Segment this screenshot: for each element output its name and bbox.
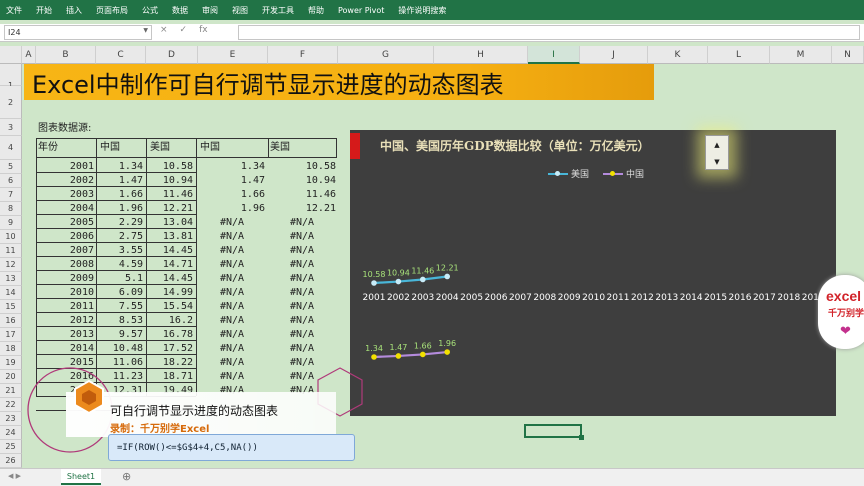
sheet-bar: ◀ ▶ Sheet1 ⊕ (0, 468, 864, 486)
formula-tip-text: =IF(ROW()<=$G$4+4,C5,NA()) (117, 443, 258, 453)
add-sheet-icon[interactable]: ⊕ (122, 470, 131, 483)
caption-overlay: 可自行调节显示进度的动态图表 录制：千万别学Excel (66, 392, 336, 437)
caption-line2: 录制：千万别学Excel (110, 424, 210, 435)
hexagon-icon (74, 380, 104, 414)
fill-handle[interactable] (579, 435, 584, 440)
selected-cell[interactable] (524, 424, 584, 440)
sheet-nav-icon[interactable]: ◀ ▶ (8, 472, 21, 480)
tab-sheet1[interactable]: Sheet1 (61, 469, 101, 485)
formula-tip: =IF(ROW()<=$G$4+4,C5,NA()) (108, 434, 355, 461)
caption-line1: 可自行调节显示进度的动态图表 (110, 404, 279, 418)
